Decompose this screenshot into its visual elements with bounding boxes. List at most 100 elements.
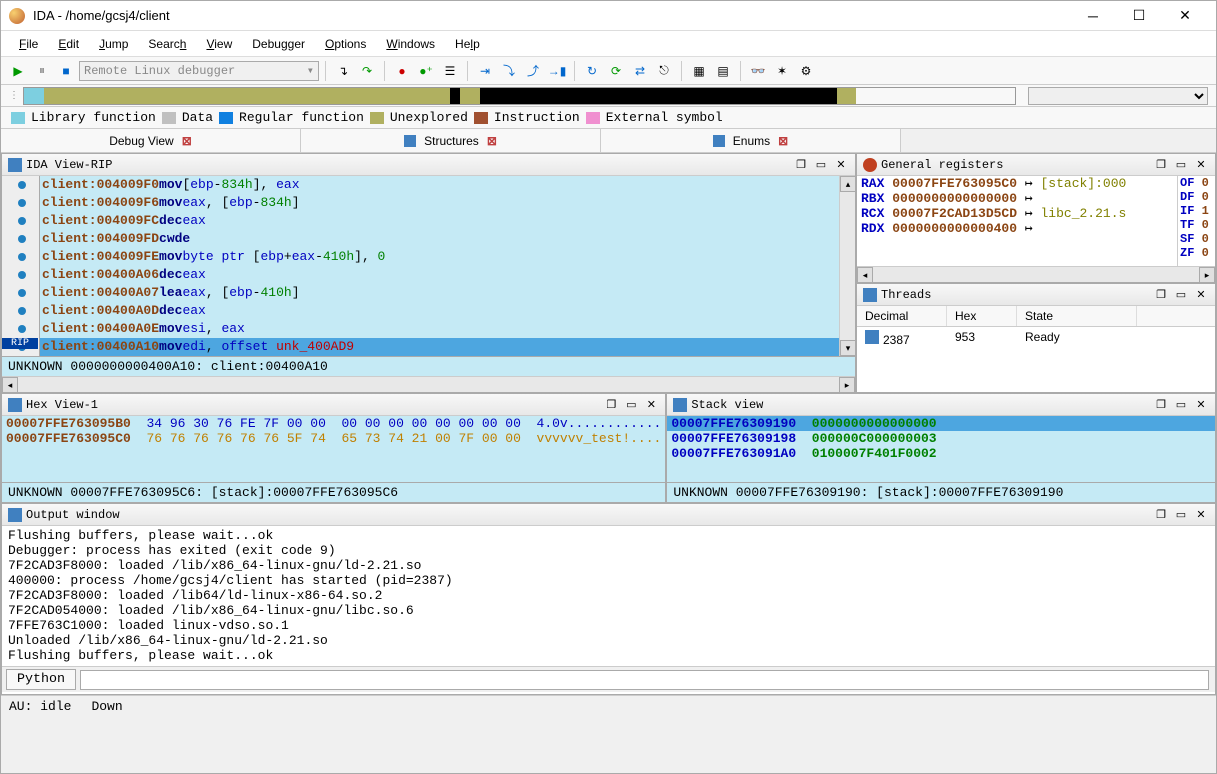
stack-line[interactable]: 00007FFE76309190 0000000000000000: [667, 416, 1215, 431]
disasm-line[interactable]: client:00400A10 mov edi, offset unk_400A…: [2, 338, 839, 356]
config-icon[interactable]: ⚙: [795, 60, 817, 82]
panel-restore-icon[interactable]: ❐: [1153, 287, 1169, 303]
tab-close-icon[interactable]: ⊠: [487, 134, 497, 148]
legend: Library function Data Regular function U…: [1, 107, 1216, 129]
menu-debugger[interactable]: Debugger: [242, 33, 315, 55]
panel-close-icon[interactable]: ✕: [643, 397, 659, 413]
panel-pin-icon[interactable]: ▭: [1173, 157, 1189, 173]
stack-line[interactable]: 00007FFE763091A0 0100007F401F0002: [667, 446, 1215, 461]
hex-title: Hex View-1: [26, 398, 599, 412]
panel-restore-icon[interactable]: ❐: [1153, 397, 1169, 413]
menu-options[interactable]: Options: [315, 33, 376, 55]
step-over-icon[interactable]: ↷: [356, 60, 378, 82]
nav-strip[interactable]: [23, 87, 1016, 105]
maximize-button[interactable]: ☐: [1116, 1, 1162, 31]
close-button[interactable]: ✕: [1162, 1, 1208, 31]
reg-scroll[interactable]: ◂▸: [857, 266, 1215, 282]
output-view[interactable]: Flushing buffers, please wait...okDebugg…: [2, 526, 1215, 666]
disasm-line[interactable]: client:00400A0E mov esi, eax: [2, 320, 839, 338]
threads-icon[interactable]: ▤: [712, 60, 734, 82]
register-line[interactable]: RBX 0000000000000000 ↦: [857, 191, 1177, 206]
threads-col-state[interactable]: State: [1017, 306, 1137, 326]
minimize-button[interactable]: ─: [1070, 1, 1116, 31]
stack-line[interactable]: 00007FFE76309198 000000C000000003: [667, 431, 1215, 446]
legend-instr: Instruction: [494, 110, 580, 125]
disasm-line[interactable]: client:004009FC dec eax: [2, 212, 839, 230]
disasm-line[interactable]: client:004009F6 mov eax, [ebp-834h]: [2, 194, 839, 212]
command-input[interactable]: [80, 670, 1209, 690]
menu-jump[interactable]: Jump: [89, 33, 138, 55]
panel-pin-icon[interactable]: ▭: [1173, 397, 1189, 413]
run-to-icon[interactable]: →▮: [546, 60, 568, 82]
panel-restore-icon[interactable]: ❐: [603, 397, 619, 413]
tab-enums[interactable]: Enums⊠: [601, 129, 901, 152]
panel-close-icon[interactable]: ✕: [1193, 287, 1209, 303]
disasm-line[interactable]: client:004009FE mov byte ptr [ebp+eax-41…: [2, 248, 839, 266]
panel-restore-icon[interactable]: ❐: [1153, 157, 1169, 173]
threads-col-decimal[interactable]: Decimal: [857, 306, 947, 326]
python-button[interactable]: Python: [6, 669, 76, 690]
panel-restore-icon[interactable]: ❐: [1153, 507, 1169, 523]
bp-add-icon[interactable]: ●⁺: [415, 60, 437, 82]
panel-pin-icon[interactable]: ▭: [813, 157, 829, 173]
flag-line: DF 0: [1178, 190, 1215, 204]
threads-table[interactable]: Decimal Hex State 2387 953 Ready: [857, 306, 1215, 392]
disasm-line[interactable]: client:00400A07 lea eax, [ebp-410h]: [2, 284, 839, 302]
registers-view[interactable]: RAX 00007FFE763095C0 ↦ [stack]:000RBX 00…: [857, 176, 1177, 266]
disasm-line[interactable]: client:004009F0 mov [ebp-834h], eax: [2, 176, 839, 194]
stop-button[interactable]: ■: [55, 60, 77, 82]
tab-close-icon[interactable]: ⊠: [778, 134, 788, 148]
trace-icon[interactable]: ✶: [771, 60, 793, 82]
panel-close-icon[interactable]: ✕: [1193, 397, 1209, 413]
pause-button[interactable]: ⏸: [31, 60, 53, 82]
modules-icon[interactable]: ▦: [688, 60, 710, 82]
menu-edit[interactable]: Edit: [48, 33, 89, 55]
register-line[interactable]: RDX 0000000000000400 ↦: [857, 221, 1177, 236]
run-button[interactable]: ▶: [7, 60, 29, 82]
tab-debug-view[interactable]: Debug View⊠: [1, 129, 301, 152]
register-line[interactable]: RAX 00007FFE763095C0 ↦ [stack]:000: [857, 176, 1177, 191]
bp-list-icon[interactable]: ☰: [439, 60, 461, 82]
disasm-line[interactable]: client:004009FD cwde: [2, 230, 839, 248]
flag-line: TF 0: [1178, 218, 1215, 232]
step-out-icon[interactable]: ⤴: [522, 60, 544, 82]
hex-line[interactable]: 00007FFE763095C0 76 76 76 76 76 76 5F 74…: [2, 431, 665, 446]
refresh-icon[interactable]: ↻: [581, 60, 603, 82]
panel-pin-icon[interactable]: ▭: [623, 397, 639, 413]
scrollbar-h[interactable]: ◂▸: [2, 376, 855, 392]
stack-view[interactable]: 00007FFE76309190 000000000000000000007FF…: [667, 416, 1215, 482]
panel-pin-icon[interactable]: ▭: [1173, 287, 1189, 303]
nav-combo[interactable]: [1028, 87, 1208, 105]
step-into-icon[interactable]: ↴: [332, 60, 354, 82]
disasm-line[interactable]: client:00400A0D dec eax: [2, 302, 839, 320]
register-line[interactable]: RCX 00007F2CAD13D5CD ↦ libc_2.21.s: [857, 206, 1177, 221]
hex-line[interactable]: 00007FFE763095B0 34 96 30 76 FE 7F 00 00…: [2, 416, 665, 431]
threads-col-hex[interactable]: Hex: [947, 306, 1017, 326]
tab-close-icon[interactable]: ⊠: [182, 134, 192, 148]
sync-icon[interactable]: ⇄: [629, 60, 651, 82]
disasm-line[interactable]: client:00400A06 dec eax: [2, 266, 839, 284]
bp-toggle-icon[interactable]: ●: [391, 60, 413, 82]
step-into2-icon[interactable]: ⤵: [498, 60, 520, 82]
detach-icon[interactable]: ⎋: [653, 60, 675, 82]
panel-close-icon[interactable]: ✕: [1193, 157, 1209, 173]
menu-view[interactable]: View: [196, 33, 242, 55]
thread-row[interactable]: 2387 953 Ready: [857, 327, 1215, 350]
hex-view[interactable]: 00007FFE763095B0 34 96 30 76 FE 7F 00 00…: [2, 416, 665, 482]
debugger-select[interactable]: Remote Linux debugger▾: [79, 61, 319, 81]
menu-help[interactable]: Help: [445, 33, 490, 55]
output-line: Debugger: process has exited (exit code …: [8, 543, 1209, 558]
menu-search[interactable]: Search: [138, 33, 196, 55]
panel-close-icon[interactable]: ✕: [833, 157, 849, 173]
panel-pin-icon[interactable]: ▭: [1173, 507, 1189, 523]
panel-close-icon[interactable]: ✕: [1193, 507, 1209, 523]
watch-icon[interactable]: 👓: [747, 60, 769, 82]
tab-structures[interactable]: Structures⊠: [301, 129, 601, 152]
scrollbar-v[interactable]: ▴▾: [839, 176, 855, 356]
step-icon[interactable]: ⇥: [474, 60, 496, 82]
menu-windows[interactable]: Windows: [376, 33, 445, 55]
disasm-view[interactable]: RIP client:004009F0 mov [ebp-834h], eaxc…: [2, 176, 839, 356]
reload-icon[interactable]: ⟳: [605, 60, 627, 82]
menu-file[interactable]: File: [9, 33, 48, 55]
panel-restore-icon[interactable]: ❐: [793, 157, 809, 173]
